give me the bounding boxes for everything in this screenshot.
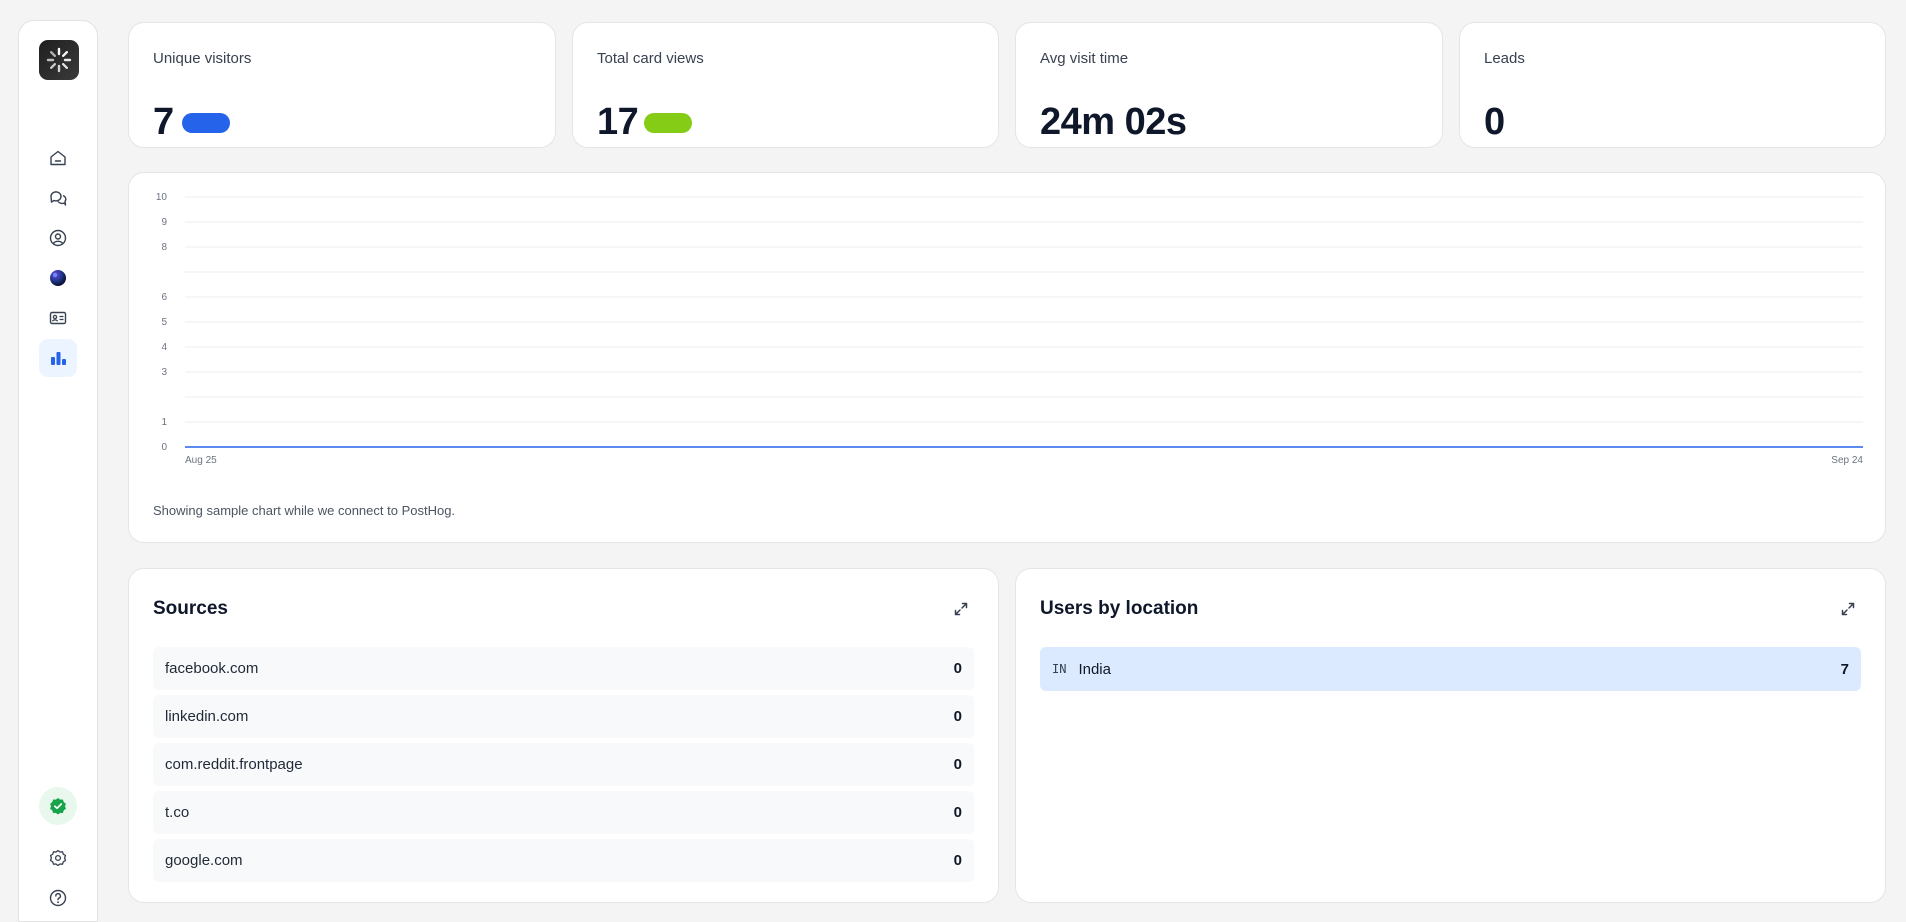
verified-badge-icon xyxy=(50,798,66,815)
app-logo[interactable] xyxy=(39,40,79,80)
source-label: facebook.com xyxy=(165,660,259,677)
bar-chart-icon xyxy=(51,352,66,365)
trend-pill xyxy=(644,113,692,133)
nav-settings[interactable] xyxy=(39,839,77,877)
stat-card-unique-visitors: Unique visitors 7 xyxy=(128,22,556,148)
source-count: 0 xyxy=(953,708,962,725)
x-tick-label: Sep 24 xyxy=(1831,455,1863,466)
stat-card-total-card-views: Total card views 17 xyxy=(572,22,999,148)
locations-card: Users by location IN India 7 xyxy=(1015,568,1886,903)
globe-icon xyxy=(50,270,66,286)
nav-cards[interactable] xyxy=(39,299,77,337)
source-count: 0 xyxy=(953,756,962,773)
chat-icon xyxy=(50,191,67,206)
y-tick-label: 8 xyxy=(161,242,167,253)
source-row-linkedin[interactable]: linkedin.com 0 xyxy=(153,695,974,738)
home-icon xyxy=(50,150,66,166)
y-tick-label: 5 xyxy=(161,317,167,328)
source-label: com.reddit.frontpage xyxy=(165,756,303,773)
stat-value: 7 xyxy=(153,101,174,143)
nav-contacts[interactable] xyxy=(39,219,77,257)
nav-messages[interactable] xyxy=(39,179,77,217)
nav-home[interactable] xyxy=(39,139,77,177)
stat-value: 0 xyxy=(1484,101,1505,143)
stat-card-avg-visit-time: Avg visit time 24m 02s xyxy=(1015,22,1443,148)
spinner-logo-icon xyxy=(46,47,72,73)
stat-value: 17 xyxy=(597,101,639,143)
y-tick-label: 1 xyxy=(161,417,167,428)
expand-locations-button[interactable] xyxy=(1838,599,1858,619)
country-count: 7 xyxy=(1840,660,1849,678)
locations-title: Users by location xyxy=(1040,598,1199,619)
source-label: t.co xyxy=(165,804,190,821)
location-row-india[interactable]: IN India 7 xyxy=(1040,647,1861,691)
expand-icon xyxy=(954,602,968,616)
source-row-google[interactable]: google.com 0 xyxy=(153,839,974,882)
chart-note: Showing sample chart while we connect to… xyxy=(153,503,456,518)
source-row-reddit[interactable]: com.reddit.frontpage 0 xyxy=(153,743,974,786)
x-tick-label: Aug 25 xyxy=(185,455,217,466)
y-tick-label: 9 xyxy=(161,217,167,228)
id-card-icon xyxy=(49,311,67,325)
source-count: 0 xyxy=(953,660,962,677)
nav-globe[interactable] xyxy=(39,259,77,297)
country-name: India xyxy=(1078,660,1111,678)
nav-analytics[interactable] xyxy=(39,339,77,377)
source-count: 0 xyxy=(953,804,962,821)
y-tick-label: 10 xyxy=(156,192,168,203)
expand-sources-button[interactable] xyxy=(951,599,971,619)
visitors-chart-card: 0 1 3 4 5 6 8 9 10 Aug 25 Sep 24 Showing sample ch… xyxy=(128,172,1886,543)
source-row-tco[interactable]: t.co 0 xyxy=(153,791,974,834)
stat-label: Total card views xyxy=(597,50,704,67)
stat-label: Leads xyxy=(1484,50,1525,67)
y-tick-label: 0 xyxy=(161,442,167,453)
user-circle-icon xyxy=(49,229,67,247)
stat-label: Unique visitors xyxy=(153,50,252,67)
stat-card-leads: Leads 0 xyxy=(1459,22,1886,148)
trend-pill xyxy=(182,113,230,133)
source-row-facebook[interactable]: facebook.com 0 xyxy=(153,647,974,690)
y-tick-label: 3 xyxy=(161,367,167,378)
nav-verified[interactable] xyxy=(39,787,77,825)
sidebar xyxy=(18,20,98,922)
visitors-line-chart: 0 1 3 4 5 6 8 9 10 Aug 25 Sep 24 xyxy=(156,192,1864,466)
stat-value: 24m 02s xyxy=(1040,101,1187,143)
y-tick-label: 4 xyxy=(161,342,167,353)
source-count: 0 xyxy=(953,852,962,869)
source-label: google.com xyxy=(165,852,243,869)
sources-list: facebook.com 0 linkedin.com 0 com.reddit.f… xyxy=(153,647,974,887)
country-code: IN xyxy=(1052,662,1067,676)
help-icon xyxy=(49,889,67,907)
expand-icon xyxy=(1841,602,1855,616)
settings-icon xyxy=(49,849,67,867)
nav-help[interactable] xyxy=(39,879,77,917)
y-tick-label: 6 xyxy=(161,292,167,303)
stat-label: Avg visit time xyxy=(1040,50,1129,67)
sources-title: Sources xyxy=(153,598,228,619)
sources-card: Sources facebook.com 0 linkedin.com 0 com.… xyxy=(128,568,999,903)
source-label: linkedin.com xyxy=(165,708,249,725)
